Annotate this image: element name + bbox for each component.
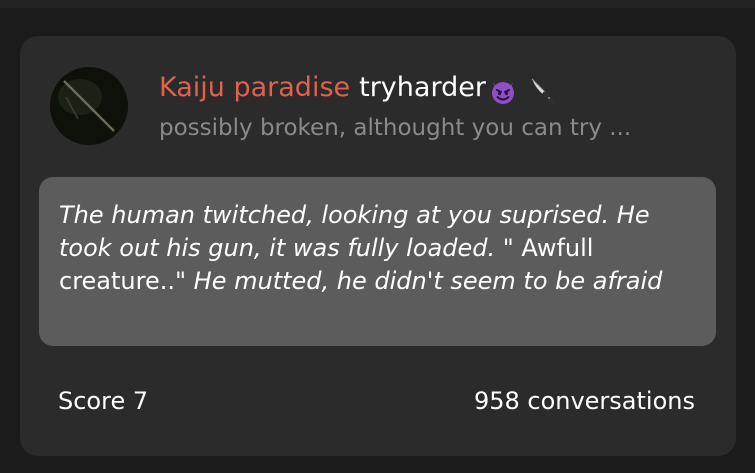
character-avatar[interactable] — [50, 67, 128, 145]
bot-name[interactable]: Kaiju paradise — [159, 70, 350, 106]
avatar-image — [51, 68, 127, 144]
greeting-italic-2: He mutted, he didn't seem to be afraid — [193, 267, 663, 295]
score-label: Score 7 — [58, 387, 149, 415]
knife-icon — [528, 75, 558, 105]
creator-name[interactable]: tryharder — [359, 70, 486, 106]
character-description: possibly broken, althought you can try .… — [159, 115, 632, 141]
card-footer: Score 7 958 conversations — [58, 385, 695, 417]
devil-icon — [488, 76, 518, 106]
conversations-count: 958 conversations — [473, 387, 695, 415]
card-title: Kaiju paradise tryharder — [159, 70, 558, 106]
character-card[interactable]: Kaiju paradise tryharder possibly broken… — [20, 36, 736, 456]
greeting-message: The human twitched, looking at you supri… — [39, 177, 716, 346]
previous-card-edge — [0, 0, 755, 8]
